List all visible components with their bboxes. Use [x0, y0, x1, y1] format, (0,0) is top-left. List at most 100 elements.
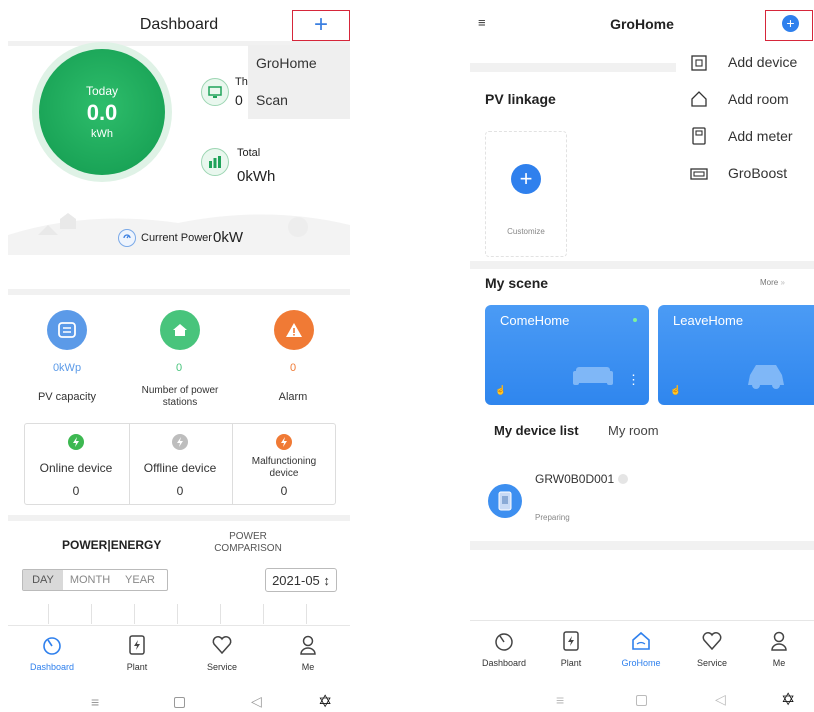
- monitor-icon: [201, 78, 229, 106]
- nav-service[interactable]: Service: [682, 630, 742, 668]
- nav-plant[interactable]: Plant: [107, 634, 167, 672]
- online-device-label: Online device: [39, 461, 113, 475]
- plant-icon: [563, 631, 579, 651]
- offline-bolt-icon: [172, 434, 188, 450]
- power-stations-label: Number of power stations: [141, 385, 219, 408]
- car-icon: [748, 365, 784, 389]
- add-dropdown: GroHome Scan: [248, 45, 350, 119]
- device-avatar[interactable]: [488, 484, 522, 518]
- divider: [470, 541, 814, 550]
- alarm-label: Alarm: [278, 391, 308, 403]
- highlight-box: [292, 10, 350, 41]
- device-status: Preparing: [535, 513, 570, 522]
- sofa-icon: [573, 367, 613, 385]
- today-gauge: Today 0.0 kWh: [39, 49, 165, 175]
- range-tab-day[interactable]: DAY: [23, 570, 63, 590]
- device-name[interactable]: GRW0B0D001: [535, 472, 614, 486]
- online-device-count: 0: [72, 484, 80, 498]
- groboost-icon: [690, 164, 708, 182]
- range-tab-year[interactable]: YEAR: [115, 570, 165, 590]
- scene-card-comehome[interactable]: ComeHome ⋮ ☝: [485, 305, 649, 405]
- back-key-icon[interactable]: ◁: [251, 693, 262, 710]
- divider: [8, 289, 350, 295]
- nav-service-label: Service: [206, 662, 237, 672]
- nav-plant-label: Plant: [560, 658, 582, 668]
- grohome-screen: ≡ GroHome + Add device Add room Add mete…: [470, 0, 814, 711]
- add-room-icon: [690, 90, 708, 108]
- nav-me-label: Me: [772, 658, 786, 668]
- accessibility-icon[interactable]: ✡: [318, 692, 332, 712]
- user-icon: [300, 635, 316, 655]
- pv-capacity-label: PV capacity: [37, 391, 97, 403]
- pv-capacity-value: 0kWp: [52, 362, 82, 374]
- stat-total-label: Total: [237, 147, 261, 159]
- menu-key-icon[interactable]: ≡: [91, 694, 99, 710]
- divider: [470, 63, 676, 72]
- menu-add-room[interactable]: Add room: [728, 91, 789, 107]
- range-tab-month[interactable]: MONTH: [65, 570, 115, 590]
- customize-add-icon[interactable]: +: [511, 164, 541, 194]
- nav-plant[interactable]: Plant: [541, 630, 601, 668]
- menu-icon[interactable]: ≡: [478, 15, 486, 30]
- tab-my-room[interactable]: My room: [608, 423, 659, 438]
- dashboard-icon: [495, 633, 513, 651]
- home-icon: [632, 631, 650, 650]
- nav-dashboard[interactable]: Dashboard: [22, 634, 82, 672]
- dashboard-icon: [43, 637, 61, 655]
- menu-add-device[interactable]: Add device: [728, 54, 797, 70]
- landscape-illustration: [8, 213, 350, 255]
- power-stations-value: 0: [175, 362, 183, 374]
- home-key-icon[interactable]: [174, 697, 185, 708]
- bar-chart-icon: [201, 148, 229, 176]
- date-select[interactable]: 2021-05 ↕: [265, 568, 337, 592]
- nav-service[interactable]: Service: [192, 634, 252, 672]
- divider: [470, 261, 814, 269]
- nav-me[interactable]: Me: [749, 630, 809, 668]
- tab-power-comparison[interactable]: POWER COMPARISON: [206, 531, 290, 555]
- nav-me[interactable]: Me: [278, 634, 338, 672]
- service-icon: [702, 632, 722, 651]
- divider: [8, 515, 350, 521]
- add-device-icon: [690, 54, 708, 72]
- customize-card[interactable]: [485, 131, 567, 257]
- power-icon: [118, 229, 136, 247]
- menu-groboost[interactable]: GroBoost: [728, 165, 787, 181]
- stat-total-value: 0kWh: [237, 168, 276, 185]
- status-dot-icon: [618, 474, 628, 484]
- dropdown-grohome[interactable]: GroHome: [256, 55, 317, 71]
- my-scene-title: My scene: [485, 275, 549, 291]
- nav-dashboard-label: Dashboard: [481, 658, 527, 668]
- menu-key-icon[interactable]: ≡: [556, 692, 564, 708]
- accessibility-icon[interactable]: ✡: [781, 690, 795, 710]
- home-key-icon[interactable]: [636, 695, 647, 706]
- tap-icon: ☝: [670, 385, 682, 395]
- alarm-icon: [274, 310, 314, 350]
- nav-grohome-label: GroHome: [621, 658, 661, 668]
- online-bolt-icon: [68, 434, 84, 450]
- dashboard-screen: Dashboard + Today 0.0 kWh Th 0 Total 0kW…: [8, 0, 350, 711]
- dropdown-scan[interactable]: Scan: [256, 92, 288, 108]
- alarm-value: 0: [289, 362, 297, 374]
- nav-me-label: Me: [301, 662, 315, 672]
- current-power-label: Current Power: [141, 232, 212, 244]
- back-key-icon[interactable]: ◁: [715, 691, 726, 708]
- today-label: Today: [85, 84, 119, 98]
- tap-icon: ☝: [495, 385, 507, 395]
- nav-grohome[interactable]: GroHome: [611, 630, 671, 668]
- malfunction-bolt-icon: [276, 434, 292, 450]
- nav-service-label: Service: [696, 658, 727, 668]
- tab-my-device-list[interactable]: My device list: [494, 423, 579, 438]
- scene-card-leavehome[interactable]: LeaveHome ☝: [658, 305, 814, 405]
- pv-linkage-title: PV linkage: [485, 91, 556, 107]
- nav-dashboard[interactable]: Dashboard: [474, 630, 534, 668]
- more-link[interactable]: More »: [760, 278, 785, 287]
- plant-icon: [129, 635, 145, 655]
- add-meter-icon: [690, 127, 708, 145]
- menu-add-meter[interactable]: Add meter: [728, 128, 793, 144]
- nav-dashboard-label: Dashboard: [29, 662, 75, 672]
- service-icon: [212, 636, 232, 655]
- offline-device-label: Offline device: [143, 461, 217, 475]
- tab-power-energy[interactable]: POWER|ENERGY: [62, 538, 161, 552]
- user-icon: [771, 631, 787, 651]
- more-vert-icon[interactable]: ⋮: [627, 373, 640, 386]
